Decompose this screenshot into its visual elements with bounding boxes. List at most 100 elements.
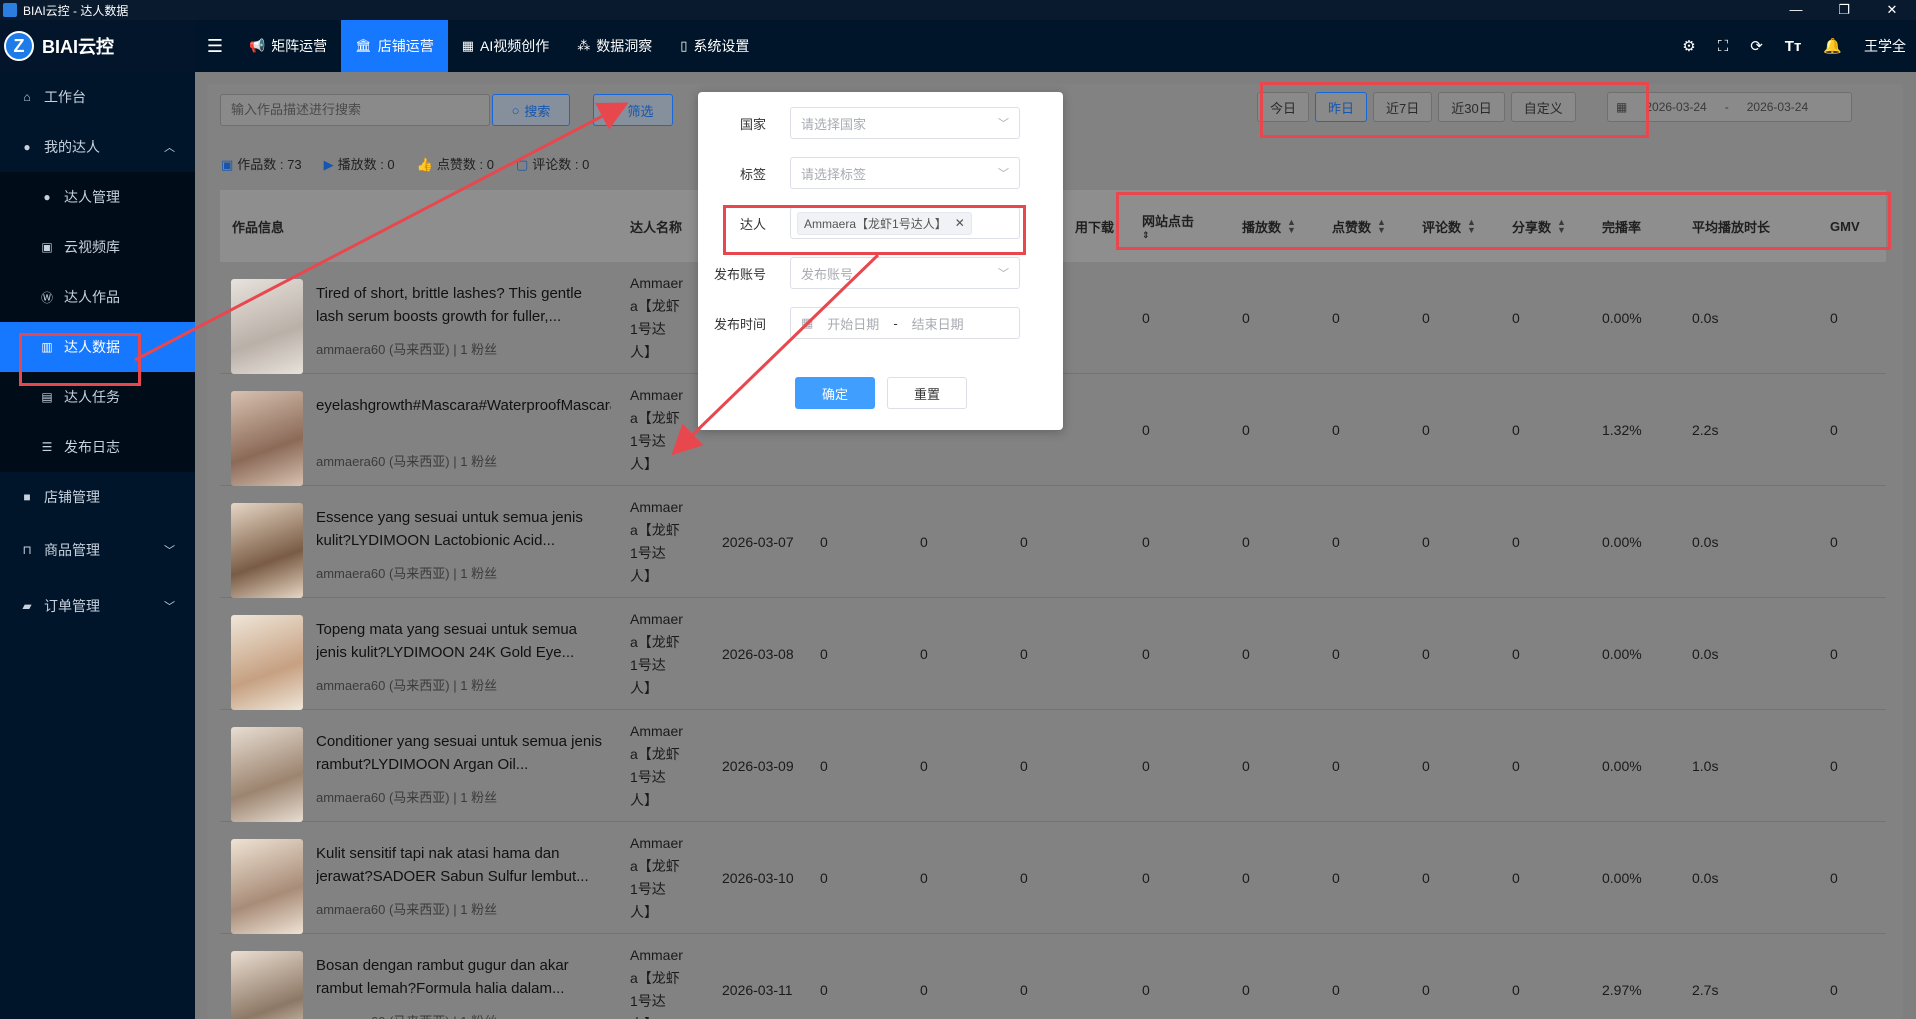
gear-icon[interactable]: ⚙ <box>1682 37 1695 55</box>
tag-close-icon[interactable]: ✕ <box>955 216 965 230</box>
user-icon: ● <box>43 190 51 204</box>
cell-shares: 0 <box>1512 646 1520 662</box>
bell-icon[interactable]: 🔔 <box>1823 37 1842 55</box>
filter-tag-label: 标签 <box>739 166 766 182</box>
sidebar-item-store-manage[interactable]: ■ 店铺管理 <box>0 472 195 522</box>
logo: Z BIAI云控 <box>0 20 195 72</box>
cell-c2: 0 <box>920 534 928 550</box>
video-thumbnail[interactable] <box>231 279 303 374</box>
restore-icon[interactable]: ❐ <box>1820 2 1868 18</box>
work-title[interactable]: Bosan dengan rambut gugur dan akar rambu… <box>316 954 611 1000</box>
sidebar-item-creator-tasks[interactable]: ▤ 达人任务 <box>0 372 195 422</box>
date-today-button[interactable]: 今日 <box>1257 92 1310 122</box>
tab-ai-video[interactable]: ▦ AI视频创作 <box>448 20 564 72</box>
cell-c1: 0 <box>820 646 828 662</box>
tag-select[interactable]: 请选择标签 ﹀ <box>790 157 1020 189</box>
table-row[interactable]: Conditioner yang sesuai untuk semua jeni… <box>220 710 1886 822</box>
tab-data-insight[interactable]: ⁂ 数据洞察 <box>563 20 666 72</box>
work-title[interactable]: eyelashgrowth#Mascara#WaterproofMascara <box>316 394 611 440</box>
cell-gmv: 0 <box>1830 422 1838 438</box>
search-input[interactable]: 输入作品描述进行搜索 <box>220 94 490 126</box>
creator-select[interactable]: Ammaera【龙虾1号达人】 ✕ <box>790 207 1020 239</box>
work-title[interactable]: Topeng mata yang sesuai untuk semua jeni… <box>316 618 611 664</box>
work-title[interactable]: Essence yang sesuai untuk semua jenis ku… <box>316 506 611 552</box>
creator-name: Ammaera【龙虾1号达人】 <box>630 387 683 472</box>
minimize-icon[interactable]: — <box>1772 2 1820 18</box>
video-thumbnail[interactable] <box>231 839 303 934</box>
sidebar-item-cloud-video[interactable]: ▣ 云视频库 <box>0 222 195 272</box>
date-custom-button[interactable]: 自定义 <box>1510 92 1576 122</box>
work-title[interactable]: Kulit sensitif tapi nak atasi hama dan j… <box>316 842 611 888</box>
publish-date-range[interactable]: ▦ 开始日期 - 结束日期 <box>790 307 1020 339</box>
chevron-down-icon: ﹀ <box>164 601 175 613</box>
th-comments[interactable]: 评论数 ▲ ▼ <box>1422 190 1476 262</box>
sidebar-item-order-manage[interactable]: ▰ 订单管理 ﹀ <box>0 578 195 634</box>
filter-time-label: 发布时间 <box>713 316 766 332</box>
th-site-clicks[interactable]: 网站点击 ⇕ <box>1142 190 1194 262</box>
country-select[interactable]: 请选择国家 ﹀ <box>790 107 1020 139</box>
sidebar-item-product-manage[interactable]: ⊓ 商品管理 ﹀ <box>0 522 195 578</box>
account-select[interactable]: 发布账号 ﹀ <box>790 257 1020 289</box>
work-owner: ammaera60 (马来西亚) | 1 粉丝 <box>316 566 498 581</box>
filter-button[interactable]: ▽ 筛选 <box>593 94 673 126</box>
th-plays[interactable]: 播放数 ▲ ▼ <box>1242 190 1296 262</box>
tab-store-ops[interactable]: 🏛 店铺运营 <box>341 20 448 72</box>
search-button[interactable]: ○ 搜索 <box>492 94 570 126</box>
table-row[interactable]: Essence yang sesuai untuk semua jenis ku… <box>220 486 1886 598</box>
sort-icon: ▲ ▼ <box>1467 217 1476 235</box>
date-7d-button[interactable]: 近7日 <box>1373 92 1433 122</box>
sidebar-item-creator-manage[interactable]: ● 达人管理 <box>0 172 195 222</box>
cell-comments: 0 <box>1422 870 1430 886</box>
date-quick-select: 今日 昨日 近7日 近30日 自定义 <box>1257 92 1576 122</box>
stat-likes: 👍 点赞数 : 0 <box>416 157 494 172</box>
work-owner: ammaera60 (马来西亚) | 1 粉丝 <box>316 678 498 693</box>
date-range-picker[interactable]: ▦ 2026-03-24 - 2026-03-24 <box>1607 92 1852 122</box>
filter-reset-button[interactable]: 重置 <box>887 377 967 409</box>
user-name[interactable]: 王学全 <box>1864 36 1906 56</box>
chevron-down-icon: ﹀ <box>164 545 175 557</box>
font-size-icon[interactable]: Tт <box>1785 38 1802 55</box>
tab-matrix-ops[interactable]: 📢 矩阵运营 <box>235 20 341 72</box>
sidebar-item-workbench[interactable]: ⌂ 工作台 <box>0 72 195 122</box>
filter-country-label: 国家 <box>739 116 766 132</box>
date-yesterday-button[interactable]: 昨日 <box>1315 92 1368 122</box>
th-shares[interactable]: 分享数 ▲ ▼ <box>1512 190 1566 262</box>
video-thumbnail[interactable] <box>231 615 303 710</box>
work-title[interactable]: Tired of short, brittle lashes? This gen… <box>316 282 611 328</box>
bag-icon: ⊓ <box>22 543 32 557</box>
sidebar-item-publish-log[interactable]: ☰ 发布日志 <box>0 422 195 472</box>
cell-likes: 0 <box>1332 646 1340 662</box>
document-icon: ▯ <box>680 38 688 53</box>
tab-system-settings[interactable]: ▯ 系统设置 <box>666 20 763 72</box>
th-download: 用下载 <box>1075 219 1115 235</box>
video-thumbnail[interactable] <box>231 391 303 486</box>
sidebar-item-creator-data[interactable]: ▥ 达人数据 <box>0 322 195 372</box>
video-thumbnail[interactable] <box>231 951 303 1019</box>
sidebar-item-label: 达人作品 <box>64 289 120 305</box>
video-thumbnail[interactable] <box>231 503 303 598</box>
refresh-icon[interactable]: ⟳ <box>1750 37 1763 55</box>
date-30d-button[interactable]: 近30日 <box>1438 92 1505 122</box>
table-row[interactable]: Bosan dengan rambut gugur dan akar rambu… <box>220 934 1886 1019</box>
fullscreen-icon[interactable]: ⛶ <box>1718 38 1729 55</box>
th-work-info: 作品信息 <box>232 219 285 235</box>
menu-toggle-icon[interactable]: ☰ <box>195 36 235 57</box>
cell-plays: 0 <box>1242 758 1250 774</box>
cell-completion: 0.00% <box>1602 534 1642 550</box>
cell-gmv: 0 <box>1830 758 1838 774</box>
filter-confirm-button[interactable]: 确定 <box>795 377 875 409</box>
tab-label: 矩阵运营 <box>271 38 328 54</box>
video-thumbnail[interactable] <box>231 727 303 822</box>
app-icon <box>3 3 17 17</box>
sidebar-item-label: 我的达人 <box>44 139 100 155</box>
sidebar-item-label: 店铺管理 <box>44 489 100 505</box>
thumbs-up-icon: 👍 <box>416 157 433 172</box>
cell-completion: 1.32% <box>1602 422 1642 438</box>
th-likes[interactable]: 点赞数 ▲ ▼ <box>1332 190 1386 262</box>
table-row[interactable]: Kulit sensitif tapi nak atasi hama dan j… <box>220 822 1886 934</box>
table-row[interactable]: Topeng mata yang sesuai untuk semua jeni… <box>220 598 1886 710</box>
sidebar-item-creator-works[interactable]: Ⓦ 达人作品 <box>0 272 195 322</box>
sidebar-item-my-creators[interactable]: ● 我的达人 ︿ <box>0 122 195 172</box>
close-icon[interactable]: ✕ <box>1868 2 1916 18</box>
work-title[interactable]: Conditioner yang sesuai untuk semua jeni… <box>316 730 611 776</box>
